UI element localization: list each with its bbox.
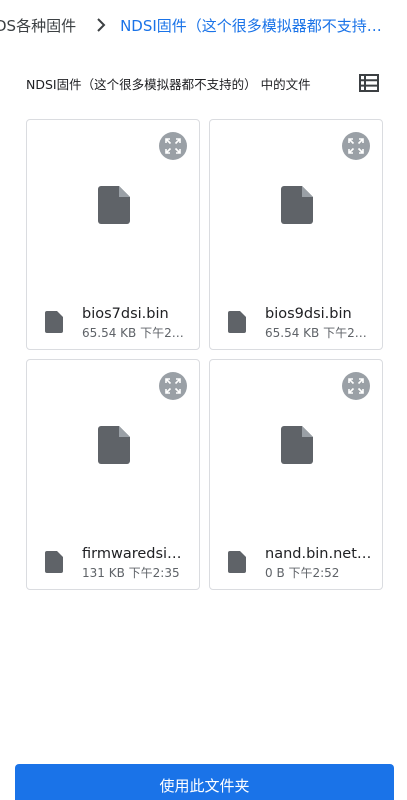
file-info: 65.54 KB 下午2…	[82, 326, 184, 340]
chevron-right-icon	[86, 0, 116, 50]
file-icon	[45, 551, 63, 573]
file-info: 65.54 KB 下午2…	[265, 326, 367, 340]
expand-icon[interactable]	[159, 372, 187, 400]
file-card-footer: nand.bin.net… 0 B 下午2:52	[228, 544, 374, 584]
use-this-folder-button[interactable]: 使用此文件夹	[15, 764, 394, 800]
file-card-footer: firmwaredsi… 131 KB 下午2:35	[45, 544, 191, 584]
breadcrumb-parent[interactable]: DS各种固件	[0, 15, 76, 36]
expand-icon[interactable]	[159, 132, 187, 160]
expand-icon[interactable]	[342, 372, 370, 400]
breadcrumb-current[interactable]: NDSI固件（这个很多模拟器都不支持…	[120, 15, 395, 36]
file-info: 131 KB 下午2:35	[82, 566, 180, 580]
file-icon	[98, 186, 130, 224]
file-icon	[228, 311, 246, 333]
file-card[interactable]: bios9dsi.bin 65.54 KB 下午2…	[209, 119, 383, 350]
file-card[interactable]: bios7dsi.bin 65.54 KB 下午2…	[26, 119, 200, 350]
file-card[interactable]: nand.bin.net… 0 B 下午2:52	[209, 359, 383, 590]
file-icon	[281, 186, 313, 224]
file-picker: DS各种固件 NDSI固件（这个很多模拟器都不支持… NDSI固件（这个很多模拟…	[0, 0, 407, 800]
file-name: nand.bin.net…	[265, 546, 372, 562]
breadcrumb: DS各种固件 NDSI固件（这个很多模拟器都不支持…	[0, 0, 407, 50]
file-icon	[228, 551, 246, 573]
file-name: bios9dsi.bin	[265, 306, 352, 322]
section-header: NDSI固件（这个很多模拟器都不支持的） 中的文件	[26, 66, 382, 100]
file-icon	[98, 426, 130, 464]
section-title: NDSI固件（这个很多模拟器都不支持的） 中的文件	[26, 76, 311, 92]
file-name: bios7dsi.bin	[82, 306, 169, 322]
file-icon	[45, 311, 63, 333]
file-icon	[281, 426, 313, 464]
file-name: firmwaredsi…	[82, 546, 182, 562]
file-info: 0 B 下午2:52	[265, 566, 340, 580]
file-card-footer: bios9dsi.bin 65.54 KB 下午2…	[228, 304, 374, 344]
expand-icon[interactable]	[342, 132, 370, 160]
list-view-icon[interactable]	[356, 70, 382, 96]
file-card[interactable]: firmwaredsi… 131 KB 下午2:35	[26, 359, 200, 590]
file-card-footer: bios7dsi.bin 65.54 KB 下午2…	[45, 304, 191, 344]
